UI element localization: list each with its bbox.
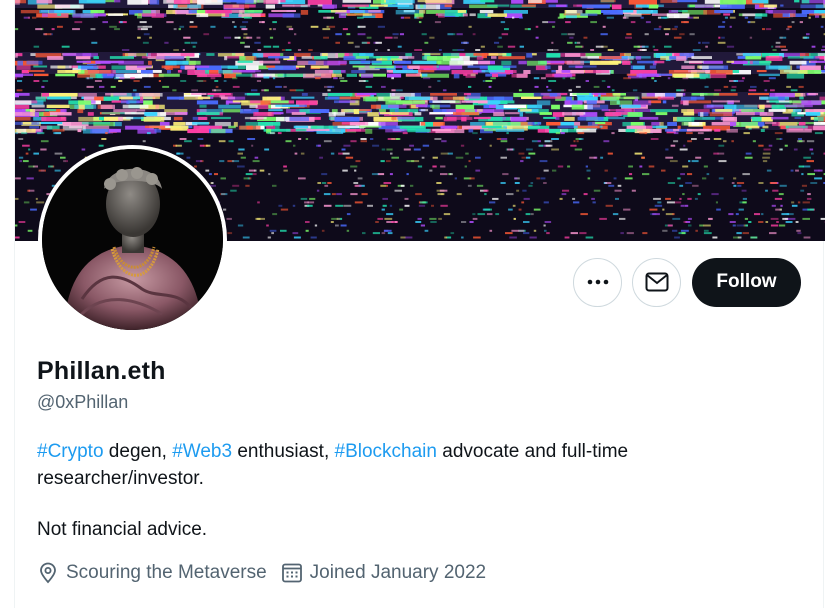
user-handle: @0xPhillan — [37, 392, 129, 412]
bio-disclaimer: Not financial advice. — [37, 519, 208, 540]
bio-text: degen, — [103, 441, 173, 462]
bio-text: enthusiast, — [232, 441, 335, 462]
joined-date-text: Joined January 2022 — [309, 562, 487, 583]
hashtag-web3-link[interactable]: #Web3 — [172, 441, 232, 462]
profile-card: Follow Phillan.eth @0xPhillan #Crypto de… — [14, 0, 825, 608]
profile-bio: #Crypto degen, #Web3 enthusiast, #Blockc… — [37, 438, 777, 492]
message-button[interactable] — [632, 257, 681, 307]
calendar-icon — [281, 563, 302, 583]
more-options-button[interactable] — [573, 257, 622, 307]
location-text: Scouring the Metaverse — [66, 562, 267, 583]
profile-avatar[interactable] — [38, 145, 227, 334]
display-name: Phillan.eth — [37, 357, 166, 385]
location-pin-icon — [40, 562, 56, 584]
location-item: Scouring the Metaverse — [37, 562, 267, 584]
hashtag-crypto-link[interactable]: #Crypto — [37, 441, 104, 462]
profile-meta: Scouring the Metaverse Joined January 20… — [37, 562, 500, 584]
follow-button[interactable]: Follow — [692, 257, 801, 307]
more-dots-icon — [587, 279, 608, 285]
profile-actions: Follow — [563, 257, 801, 307]
joined-item: Joined January 2022 — [281, 562, 486, 584]
statue-bust-image — [42, 149, 223, 330]
envelope-icon — [645, 272, 668, 292]
hashtag-blockchain-link[interactable]: #Blockchain — [335, 441, 437, 462]
